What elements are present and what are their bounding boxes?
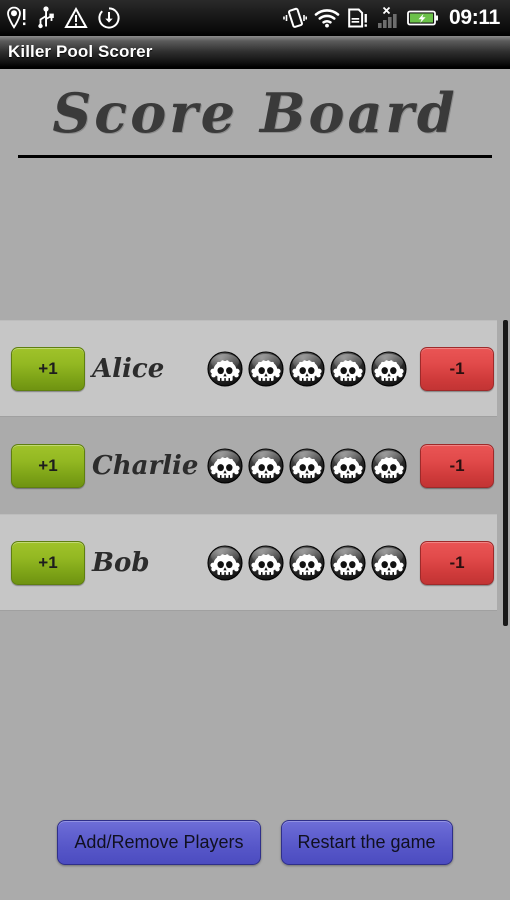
skull-icon xyxy=(207,350,243,387)
android-status-bar[interactable]: 09:11 xyxy=(0,0,510,36)
skull-icon xyxy=(289,350,325,387)
decrement-score-button[interactable]: -1 xyxy=(420,346,494,391)
app-content: Score Board +1 Alice -1 +1 Charlie -1 +1… xyxy=(0,69,510,900)
skull-icon xyxy=(248,350,284,387)
increment-score-button[interactable]: +1 xyxy=(11,540,85,585)
skull-icon xyxy=(289,447,325,484)
skull-icon xyxy=(371,544,407,581)
skull-icon xyxy=(371,350,407,387)
skull-icon xyxy=(289,544,325,581)
player-name: Charlie xyxy=(92,450,199,481)
title-divider xyxy=(18,155,492,158)
app-title-bar: Killer Pool Scorer xyxy=(0,36,510,68)
increment-score-button[interactable]: +1 xyxy=(11,346,85,391)
player-list[interactable]: +1 Alice -1 +1 Charlie -1 +1 Bob -1 xyxy=(0,320,510,611)
sdcard-alert-icon xyxy=(347,6,369,30)
app-title: Killer Pool Scorer xyxy=(8,41,153,61)
player-row: +1 Charlie -1 xyxy=(0,417,510,514)
player-lives xyxy=(207,447,407,484)
skull-icon xyxy=(248,447,284,484)
list-scrollbar[interactable] xyxy=(503,320,508,626)
skull-icon xyxy=(371,447,407,484)
warning-triangle-icon xyxy=(64,6,88,30)
skull-icon xyxy=(330,544,366,581)
wifi-icon xyxy=(314,7,340,29)
score-board-header: Score Board xyxy=(0,69,510,169)
skull-icon xyxy=(248,544,284,581)
skull-icon xyxy=(207,544,243,581)
battery-charging-icon xyxy=(407,8,439,28)
no-signal-icon xyxy=(376,6,400,30)
sync-download-icon xyxy=(97,6,121,30)
skull-icon xyxy=(330,350,366,387)
restart-game-button[interactable]: Restart the game xyxy=(280,820,453,865)
status-bar-clock: 09:11 xyxy=(448,6,500,29)
increment-score-button[interactable]: +1 xyxy=(11,443,85,488)
location-alert-icon xyxy=(6,6,28,30)
vibrate-icon xyxy=(283,6,307,30)
player-name: Bob xyxy=(92,547,150,578)
decrement-score-button[interactable]: -1 xyxy=(420,540,494,585)
player-lives xyxy=(207,544,407,581)
player-name: Alice xyxy=(92,353,165,384)
add-remove-players-button[interactable]: Add/Remove Players xyxy=(57,820,261,865)
skull-icon xyxy=(330,447,366,484)
usb-icon xyxy=(37,6,55,30)
player-lives xyxy=(207,350,407,387)
bottom-button-bar: Add/Remove Players Restart the game xyxy=(0,820,510,865)
player-row: +1 Alice -1 xyxy=(0,320,497,417)
skull-icon xyxy=(207,447,243,484)
status-bar-right-icons: 09:11 xyxy=(283,6,502,30)
decrement-score-button[interactable]: -1 xyxy=(420,443,494,488)
page-title: Score Board xyxy=(52,81,458,145)
status-bar-left-icons xyxy=(6,6,121,30)
player-row: +1 Bob -1 xyxy=(0,514,497,611)
